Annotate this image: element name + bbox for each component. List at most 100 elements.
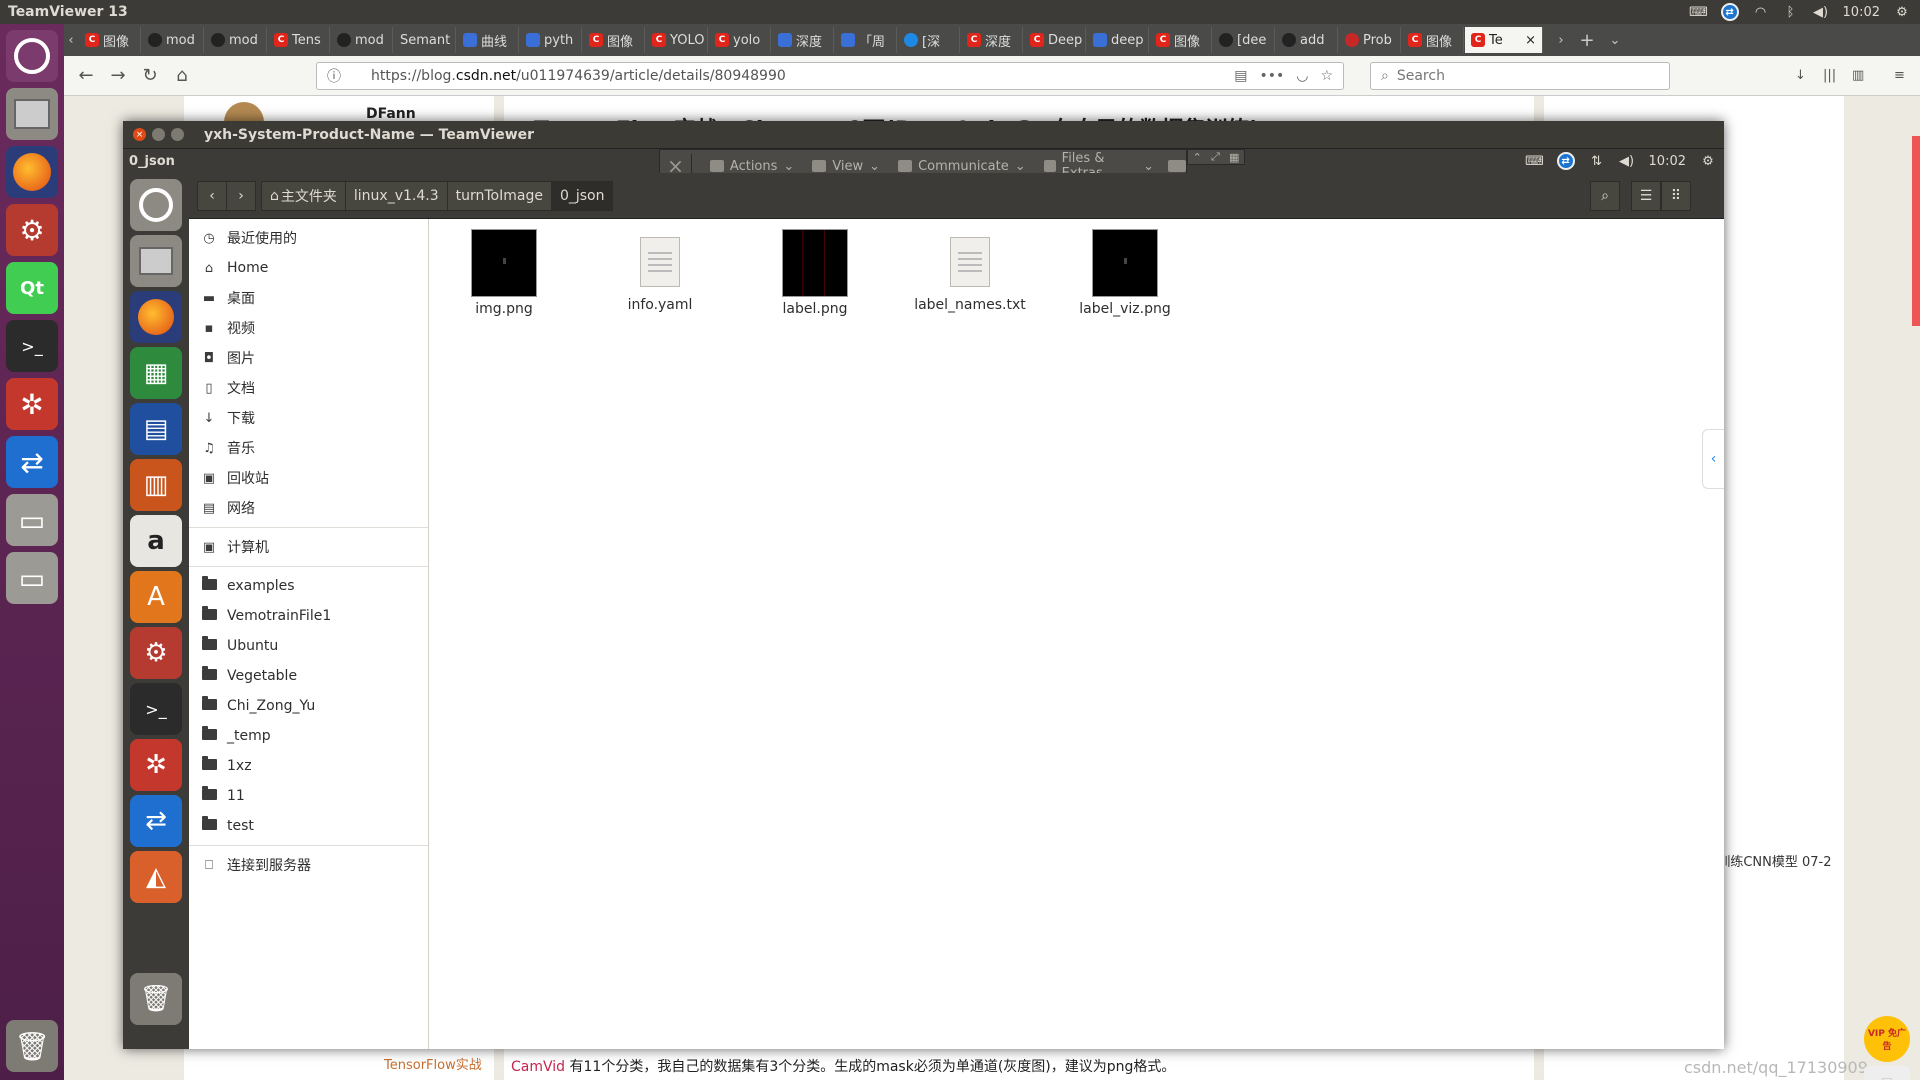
close-window-icon[interactable]: × [133, 128, 146, 141]
sidebar-bookmark[interactable]: _temp [189, 721, 428, 751]
browser-tab[interactable]: mod [331, 27, 393, 53]
reader-view-icon[interactable]: ▤ [1234, 68, 1247, 84]
reload-icon[interactable]: ↻ [134, 65, 166, 86]
terminal-icon[interactable]: >_ [6, 320, 58, 372]
network-tool-icon[interactable]: ✲ [6, 378, 58, 430]
tab-scroll-right-icon[interactable]: › [1549, 33, 1573, 48]
settings-icon[interactable]: ⚙ [130, 627, 182, 679]
browser-tab[interactable]: pyth [520, 27, 582, 53]
home-icon[interactable]: ⌂ [166, 65, 198, 86]
sidebar-item[interactable]: ▯ 文档 [189, 373, 428, 403]
sidebar-item[interactable]: ▣ 回收站 [189, 463, 428, 493]
view-menu[interactable]: View ⌄ [812, 159, 880, 174]
sidebar-bookmark[interactable]: test [189, 811, 428, 841]
browser-tab[interactable]: C 图像 [1402, 27, 1464, 53]
file-item[interactable]: img.png [444, 229, 564, 317]
download-icon[interactable]: ↓ [1795, 68, 1806, 83]
writer-icon[interactable]: ▤ [130, 403, 182, 455]
sidebar-bookmark[interactable]: 11 [189, 781, 428, 811]
breadcrumb-folder[interactable]: 0_json [550, 180, 614, 211]
browser-tab[interactable]: C YOLO [646, 27, 708, 53]
search-button[interactable]: ⌕ [1590, 181, 1620, 211]
impress-icon[interactable]: ▥ [130, 459, 182, 511]
software-center-icon[interactable]: A [130, 571, 182, 623]
sidebar-item-computer[interactable]: ▣ 计算机 [189, 532, 428, 562]
volume-icon[interactable]: ◀) [1619, 153, 1635, 169]
drive-icon[interactable]: ▭ [6, 494, 58, 546]
sidebar-icon[interactable]: ▥ [1852, 68, 1864, 83]
vip-badge[interactable]: VIP 免广告 [1864, 1016, 1910, 1062]
list-view-button[interactable]: ☰ [1631, 181, 1661, 211]
gear-icon[interactable]: ⚙ [1894, 4, 1910, 20]
sidebar-item[interactable]: ♫ 音乐 [189, 433, 428, 463]
files-icon[interactable] [6, 88, 58, 140]
clock[interactable]: 10:02 [1843, 5, 1880, 20]
forward-button[interactable]: › [226, 180, 256, 211]
browser-tab[interactable]: C 图像 [583, 27, 645, 53]
firefox-icon[interactable] [130, 291, 182, 343]
browser-tab[interactable]: Semant [394, 27, 456, 53]
tab-scroll-left-icon[interactable]: ‹ [64, 33, 78, 48]
bookmark-star-icon[interactable]: ☆ [1320, 68, 1333, 84]
sidebar-item[interactable]: ⌂ Home [189, 253, 428, 283]
browser-tab[interactable]: [dee [1213, 27, 1275, 53]
file-item[interactable]: label.png [755, 229, 875, 317]
network-transfer-icon[interactable]: ⇅ [1589, 153, 1605, 169]
sidebar-bookmark[interactable]: 1xz [189, 751, 428, 781]
browser-tab[interactable]: [深 [898, 27, 960, 53]
browser-tab[interactable]: mod [205, 27, 267, 53]
sidebar-item[interactable]: ◘ 图片 [189, 343, 428, 373]
browser-tab[interactable]: 曲线 [457, 27, 519, 53]
teamviewer-icon[interactable]: ⇄ [6, 436, 58, 488]
breadcrumb-home[interactable]: ⌂ 主文件夹 [261, 180, 346, 211]
sidebar-item[interactable]: ↓ 下载 [189, 403, 428, 433]
drive-icon-2[interactable]: ▭ [6, 552, 58, 604]
toolbar-collapse-controls[interactable]: ⌃ ⤢ ▦ [1187, 149, 1245, 165]
breadcrumb-folder[interactable]: linux_v1.4.3 [344, 180, 448, 211]
menu-icon[interactable]: ≡ [1894, 68, 1905, 83]
forward-icon[interactable]: → [102, 65, 134, 86]
files-icon[interactable] [130, 235, 182, 287]
communicate-menu[interactable]: Communicate ⌄ [898, 159, 1026, 174]
browser-tab[interactable]: 「周 [835, 27, 897, 53]
ubuntu-dash-icon[interactable] [130, 179, 182, 231]
browser-tab[interactable]: C Deep [1024, 27, 1086, 53]
back-button[interactable]: ‹ [197, 180, 227, 211]
sidebar-bookmark[interactable]: Ubuntu [189, 631, 428, 661]
scrollbar-thumb[interactable] [1912, 136, 1920, 326]
actions-menu[interactable]: Actions ⌄ [709, 159, 794, 174]
ubuntu-dash-icon[interactable] [6, 30, 58, 82]
firefox-icon[interactable] [6, 146, 58, 198]
keyboard-icon[interactable]: ⌨ [1689, 4, 1708, 20]
sidebar-bookmark[interactable]: Vegetable [189, 661, 428, 691]
browser-tab[interactable]: C Tens [268, 27, 330, 53]
tab-list-icon[interactable]: ⌄ [1601, 33, 1629, 48]
sidebar-item[interactable]: ▤ 网络 [189, 493, 428, 523]
settings-icon[interactable]: ⚙ [6, 204, 58, 256]
file-item[interactable]: label_viz.png [1065, 229, 1185, 317]
window-titlebar[interactable]: × yxh-System-Product-Name — TeamViewer [123, 121, 1724, 149]
minimize-window-icon[interactable] [152, 128, 165, 141]
grid-view-button[interactable]: ⠿ [1661, 181, 1691, 211]
breadcrumb-folder[interactable]: turnToImage [446, 180, 552, 211]
qt-creator-icon[interactable]: Qt [6, 262, 58, 314]
browser-tab[interactable]: add [1276, 27, 1338, 53]
category-link[interactable]: TensorFlow实战 [384, 1054, 482, 1073]
keyboard-icon[interactable]: ⌨ [1525, 153, 1544, 169]
trash-icon[interactable]: 🗑 [6, 1020, 58, 1072]
browser-tab[interactable]: mod [142, 27, 204, 53]
gear-icon[interactable]: ⚙ [1700, 153, 1716, 169]
library-icon[interactable]: ||| [1823, 68, 1836, 83]
url-bar[interactable]: ⓘ https://blog.csdn.net/u011974639/artic… [316, 62, 1344, 90]
amazon-icon[interactable]: a [130, 515, 182, 567]
sidebar-bookmark[interactable]: Chi_Zong_Yu [189, 691, 428, 721]
browser-tab[interactable]: deep [1087, 27, 1149, 53]
matlab-icon[interactable]: ◭ [130, 851, 182, 903]
browser-tab[interactable]: C Te × [1465, 27, 1543, 53]
bluetooth-icon[interactable]: ᛒ [1783, 4, 1799, 20]
file-item[interactable]: label_names.txt [910, 229, 1030, 313]
sidebar-item[interactable]: ◷ 最近使用的 [189, 223, 428, 253]
sidebar-bookmark[interactable]: examples [189, 571, 428, 601]
shield-icon[interactable]: ⛉ [1864, 1066, 1910, 1080]
network-tool-icon[interactable]: ✲ [130, 739, 182, 791]
